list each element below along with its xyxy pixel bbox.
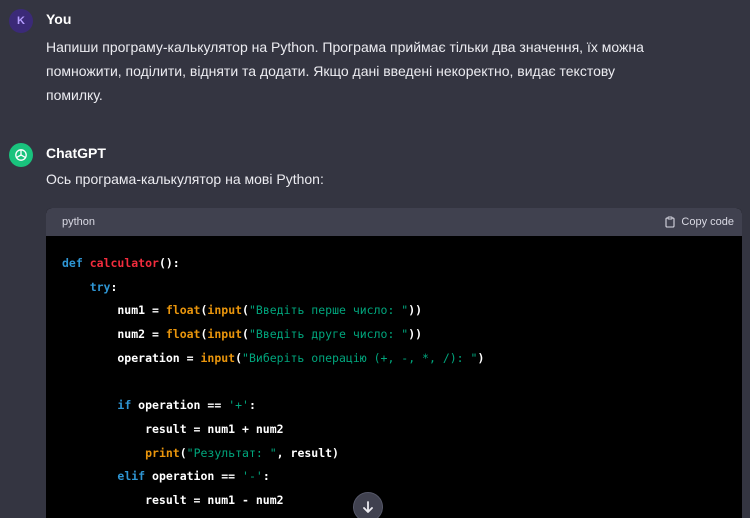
code-token: '+' xyxy=(228,398,249,413)
code-token: '-' xyxy=(242,469,263,484)
code-line: elif operation == '-': xyxy=(62,465,742,489)
code-token: : xyxy=(262,469,270,484)
code-token: float xyxy=(165,327,201,342)
code-token: try xyxy=(89,279,111,294)
code-token: calculator xyxy=(89,256,159,270)
code-token: ( xyxy=(179,445,187,460)
code-line: num2 = float(input("Введіть друге число:… xyxy=(62,323,742,347)
code-token: print xyxy=(145,445,180,460)
user-message-line: помножити, поділити, відняти та додати. … xyxy=(46,63,616,79)
user-avatar: K xyxy=(9,9,33,33)
code-line: result = num1 - num2 xyxy=(62,489,742,513)
code-token: if xyxy=(117,398,132,413)
code-token: ) xyxy=(477,350,485,365)
code-token: (): xyxy=(158,256,180,270)
code-token: input xyxy=(207,303,243,318)
code-token: operation = xyxy=(62,350,201,365)
code-line: print("Результат: ", result) xyxy=(62,442,742,466)
code-token: "Виберіть операцію (+, -, *, /): " xyxy=(242,350,478,365)
chatgpt-avatar xyxy=(9,143,33,167)
clipboard-icon xyxy=(665,216,675,228)
code-token: num2 = xyxy=(62,327,166,342)
arrow-down-icon xyxy=(363,501,373,513)
code-line: def calculator(): xyxy=(62,252,742,276)
copy-code-label: Copy code xyxy=(681,216,734,228)
code-line: if operation == '+': xyxy=(62,394,742,418)
code-token: input xyxy=(200,350,236,365)
code-block: python Copy code def calculator(): try: … xyxy=(46,208,742,518)
user-author-label: You xyxy=(46,11,72,27)
code-token: )) xyxy=(408,303,423,318)
code-line: operation = input("Виберіть операцію (+,… xyxy=(62,347,742,371)
code-token: operation == xyxy=(131,398,229,413)
code-token: : xyxy=(248,398,256,413)
openai-logo-icon xyxy=(15,149,27,161)
assistant-intro-text: Ось програма-калькулятор на мові Python: xyxy=(46,171,324,187)
code-line: print("Результат: ", result) xyxy=(62,513,742,518)
code-line: try: xyxy=(62,276,742,300)
code-token: ( xyxy=(242,303,249,318)
code-token: result = num1 + num2 xyxy=(62,421,284,436)
user-avatar-letter: K xyxy=(17,15,25,27)
user-message-line: помилку. xyxy=(46,87,103,103)
user-message-line: Напиши програму-калькулятор на Python. П… xyxy=(46,39,644,55)
code-token: ( xyxy=(235,350,243,365)
code-token: input xyxy=(207,327,243,342)
code-line: result = num1 + num2 xyxy=(62,418,742,442)
code-token: operation == xyxy=(145,469,243,484)
code-token: elif xyxy=(117,469,146,484)
user-message-text: Напиши програму-калькулятор на Python. П… xyxy=(46,35,736,107)
copy-code-button[interactable]: Copy code xyxy=(664,216,734,228)
code-token: )) xyxy=(408,327,423,342)
code-content: def calculator(): try: num1 = float(inpu… xyxy=(46,236,742,518)
code-token: "Результат: " xyxy=(186,445,277,460)
code-block-header: python Copy code xyxy=(46,208,742,236)
code-token: result = num1 - num2 xyxy=(62,493,284,508)
code-token: , result) xyxy=(276,445,339,460)
assistant-author-label: ChatGPT xyxy=(46,145,106,161)
scroll-to-bottom-button[interactable] xyxy=(353,492,383,518)
code-token: float xyxy=(165,303,201,318)
code-token: ( xyxy=(242,327,249,342)
code-token: : xyxy=(110,279,118,294)
code-line: num1 = float(input("Введіть перше число:… xyxy=(62,299,742,323)
code-token: def xyxy=(62,256,90,270)
code-language-label: python xyxy=(62,216,96,228)
code-token: num1 = xyxy=(62,303,166,318)
code-token: "Введіть перше число: " xyxy=(248,303,409,318)
code-token: "Введіть друге число: " xyxy=(248,327,409,342)
